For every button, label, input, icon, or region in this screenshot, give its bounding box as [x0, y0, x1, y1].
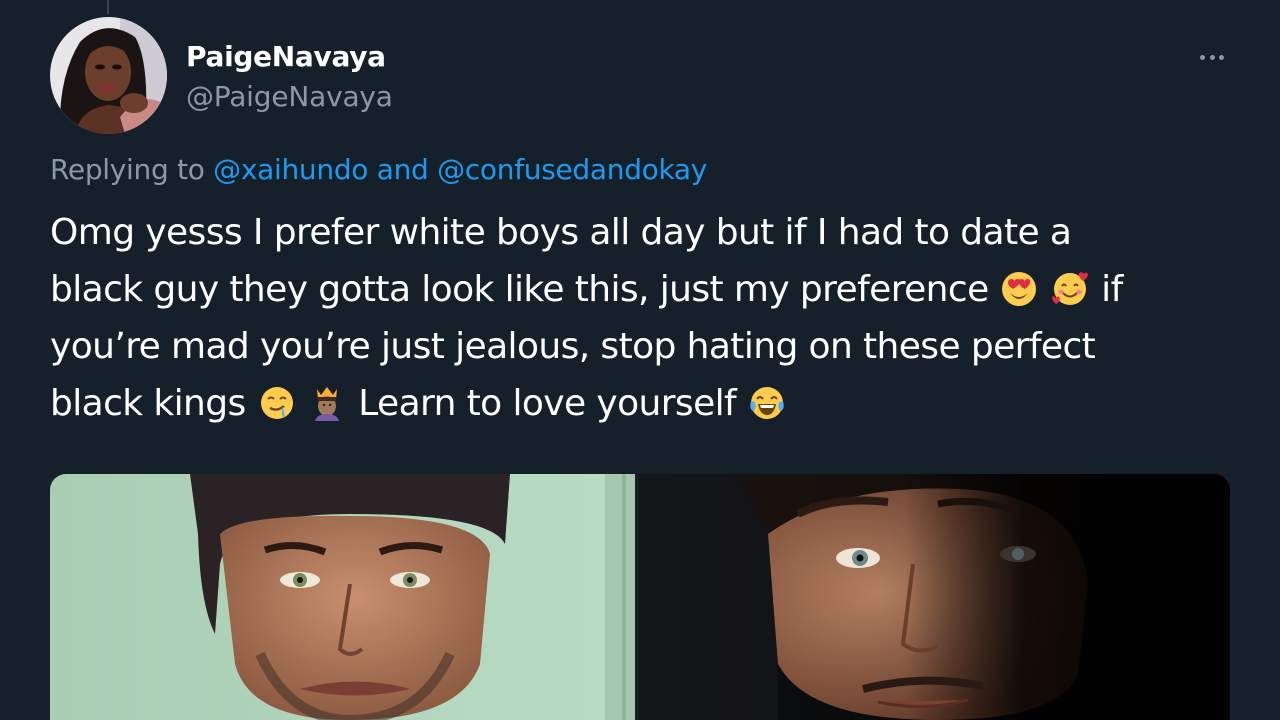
- tweet-text-line-3: you’re mad you’re just jealous, stop hat…: [50, 326, 1096, 367]
- media-image-1: [50, 474, 635, 720]
- replying-to-label: Replying to: [50, 153, 205, 186]
- tweet-media-photo-2[interactable]: [638, 474, 1230, 720]
- prince-emoji-icon: [309, 385, 345, 421]
- reply-mention-conjunction[interactable]: and: [377, 153, 429, 186]
- smiling-face-with-hearts-emoji-icon: [1052, 271, 1089, 307]
- tweet-text-line-4: black kings Learn to love yourself: [50, 375, 1240, 432]
- avatar-photo: [50, 17, 167, 134]
- drooling-face-emoji-icon: [259, 385, 295, 421]
- tweet-text-line-4-start: black kings: [50, 383, 246, 424]
- tweet-text-line-1: Omg yesss I prefer white boys all day bu…: [50, 212, 1072, 253]
- thread-connector-line: [107, 0, 109, 14]
- reply-mention-xaihundo[interactable]: @xaihundo: [213, 153, 368, 186]
- author-handle[interactable]: @PaigeNavaya: [186, 80, 393, 113]
- more-dot: [1219, 54, 1224, 60]
- more-dot: [1200, 54, 1205, 60]
- tweet-text-line-4-end: Learn to love yourself: [358, 383, 737, 424]
- tweet-text-line-2-end: if: [1101, 269, 1123, 310]
- tweet-body: Omg yesss I prefer white boys all day bu…: [50, 204, 1240, 432]
- author-display-name[interactable]: PaigeNavaya: [186, 40, 386, 73]
- tweet-text-line-2-start: black guy they gotta look like this, jus…: [50, 269, 989, 310]
- replying-to-line: Replying to @xaihundo and @confusedandok…: [50, 153, 707, 186]
- more-options-icon[interactable]: [1195, 46, 1229, 68]
- avatar[interactable]: [50, 17, 167, 134]
- tears-of-joy-emoji-icon: [749, 385, 785, 421]
- more-dot: [1209, 54, 1215, 60]
- heart-eyes-emoji-icon: [1001, 271, 1037, 307]
- tweet-text-line-2: black guy they gotta look like this, jus…: [50, 261, 1240, 318]
- reply-mention-confusedandokay[interactable]: @confusedandokay: [437, 153, 707, 186]
- tweet-media-photo-1[interactable]: [50, 474, 635, 720]
- media-image-2: [638, 474, 1230, 720]
